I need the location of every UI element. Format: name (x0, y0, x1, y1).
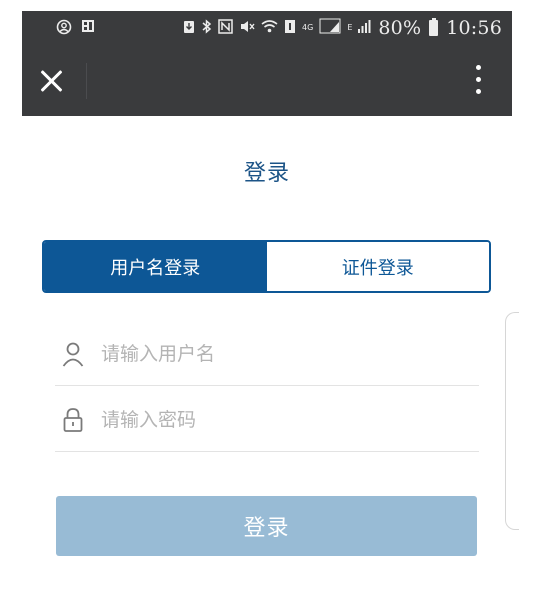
signal-icon (358, 19, 372, 37)
wifi-icon (261, 19, 278, 38)
sim-card-icon (80, 18, 96, 38)
username-input[interactable] (101, 342, 461, 365)
side-panel-edge[interactable] (505, 312, 519, 530)
bluetooth-icon (201, 18, 212, 38)
tab-id-login[interactable]: 证件登录 (266, 242, 489, 291)
clock: 10:56 (446, 17, 502, 39)
network-e-label: E (347, 23, 353, 32)
login-mode-tabs: 用户名登录 证件登录 (42, 240, 491, 293)
download-icon (183, 19, 195, 38)
status-bar-left (56, 11, 96, 45)
status-bar-right: 4G E 80% 10:56 (183, 11, 502, 45)
dual-sim-signal-icon (319, 18, 341, 38)
login-button[interactable]: 登录 (56, 496, 477, 556)
app-bar-divider (86, 63, 87, 99)
app-bar (22, 45, 512, 116)
tab-username-login[interactable]: 用户名登录 (44, 242, 267, 291)
mute-icon (239, 19, 255, 38)
close-icon[interactable] (38, 67, 66, 95)
battery-icon (429, 18, 439, 36)
status-bar: 4G E 80% 10:56 (22, 11, 512, 45)
password-input[interactable] (101, 408, 461, 431)
lock-icon (61, 405, 85, 435)
lte-label: 4G (302, 23, 314, 32)
nfc-icon (218, 18, 233, 38)
battery-percent: 80% (378, 17, 422, 39)
account-circle-icon (56, 19, 72, 38)
user-icon (61, 339, 85, 369)
password-field-row (55, 388, 479, 452)
page-title: 登录 (243, 161, 290, 186)
username-field-row (55, 322, 479, 386)
more-vertical-icon[interactable] (474, 65, 482, 97)
volte-icon (284, 19, 296, 38)
